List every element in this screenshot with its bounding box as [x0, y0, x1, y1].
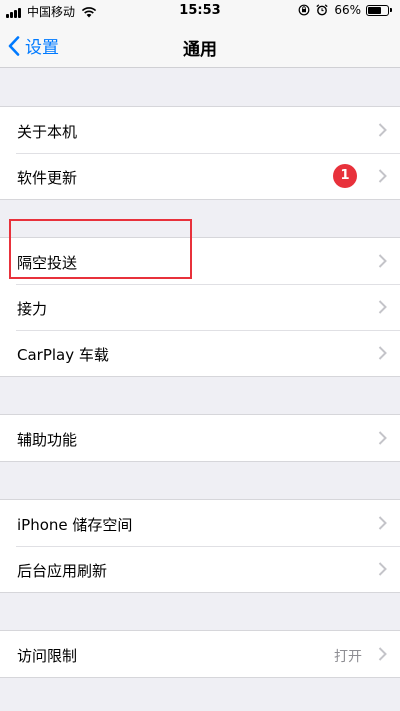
alarm-icon [316, 4, 328, 16]
settings-group-storage: iPhone 储存空间 后台应用刷新 [0, 499, 400, 593]
page-title: 通用 [183, 40, 217, 60]
row-airdrop[interactable]: 隔空投送 [0, 238, 400, 284]
chevron-right-icon [378, 254, 387, 268]
orientation-lock-icon [298, 4, 310, 16]
row-restrictions[interactable]: 访问限制 打开 [0, 631, 400, 677]
chevron-right-icon [378, 647, 387, 661]
row-about-phone[interactable]: 关于本机 [0, 107, 400, 153]
row-background-refresh[interactable]: 后台应用刷新 [0, 546, 400, 592]
row-label: 关于本机 [17, 123, 78, 141]
row-label: 访问限制 [17, 647, 78, 665]
row-iphone-storage[interactable]: iPhone 储存空间 [0, 500, 400, 546]
row-software-update[interactable]: 软件更新 1 [0, 153, 400, 199]
chevron-right-icon [378, 562, 387, 576]
row-handoff[interactable]: 接力 [0, 284, 400, 330]
chevron-right-icon [378, 346, 387, 360]
row-label: 软件更新 [17, 169, 78, 187]
settings-group-continuity: 隔空投送 接力 CarPlay 车载 [0, 237, 400, 377]
row-carplay[interactable]: CarPlay 车载 [0, 330, 400, 376]
row-label: 隔空投送 [17, 254, 78, 272]
row-label: iPhone 储存空间 [17, 516, 133, 534]
chevron-right-icon [378, 300, 387, 314]
chevron-right-icon [378, 169, 387, 183]
row-label: 辅助功能 [17, 431, 78, 449]
row-label: 后台应用刷新 [17, 562, 108, 580]
battery-icon [366, 4, 392, 16]
restrictions-status: 打开 [334, 649, 362, 665]
row-accessibility[interactable]: 辅助功能 [0, 415, 400, 461]
chevron-right-icon [378, 516, 387, 530]
chevron-right-icon [378, 431, 387, 445]
update-badge: 1 [333, 164, 357, 188]
settings-group-accessibility: 辅助功能 [0, 414, 400, 462]
settings-group-restrictions: 访问限制 打开 [0, 630, 400, 678]
battery-percent: 66% [334, 3, 361, 17]
row-label: 接力 [17, 300, 48, 318]
navigation-bar: 设置 通用 [0, 22, 400, 68]
status-bar: 中国移动 15:53 66% [0, 0, 400, 22]
row-label: CarPlay 车载 [17, 346, 109, 364]
chevron-right-icon [378, 123, 387, 137]
settings-group-about: 关于本机 软件更新 1 [0, 106, 400, 200]
